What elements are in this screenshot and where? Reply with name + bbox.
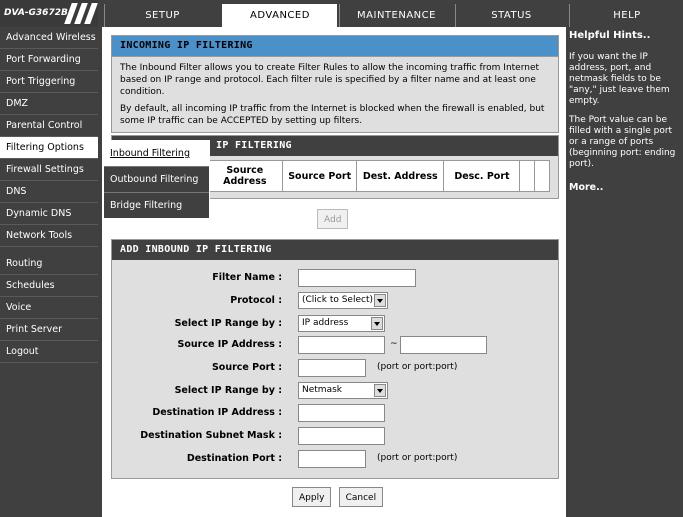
intro-title: INCOMING IP FILTERING xyxy=(112,36,558,57)
sidebar-item-filtering-options[interactable]: Filtering Options xyxy=(0,137,98,159)
sidebar-item-port-forwarding[interactable]: Port Forwarding xyxy=(0,49,98,71)
range1-label: Select IP Range by : xyxy=(174,318,282,329)
dest-port-input[interactable] xyxy=(298,450,366,468)
dest-mask-input[interactable] xyxy=(298,427,385,445)
sidebar-item-routing[interactable]: Routing xyxy=(0,253,98,275)
source-ip-label: Source IP Address : xyxy=(177,339,283,350)
submenu-item-outbound-filtering[interactable]: Outbound Filtering xyxy=(104,167,209,193)
protocol-select-value: (Click to Select) xyxy=(302,295,373,305)
filter-name-label: Filter Name : xyxy=(212,272,282,283)
protocol-row: Protocol : (Click to Select) xyxy=(112,292,558,310)
range2-row: Select IP Range by : Netmask xyxy=(112,382,558,400)
protocol-label: Protocol : xyxy=(230,295,282,306)
source-ip-end-input[interactable] xyxy=(400,336,487,354)
help-title: Helpful Hints.. xyxy=(569,30,651,41)
cancel-button[interactable]: Cancel xyxy=(338,487,384,507)
range1-row: Select IP Range by : IP address xyxy=(112,315,558,333)
source-port-hint: (port or port:port) xyxy=(377,362,458,372)
add-button[interactable]: Add xyxy=(317,209,349,229)
filter-name-row: Filter Name : xyxy=(112,269,558,287)
logo-text: DVA-G3672B xyxy=(4,8,68,18)
add-filter-title: ADD INBOUND IP FILTERING xyxy=(112,240,558,260)
sidebar-item-logout[interactable]: Logout xyxy=(0,341,98,363)
help-panel: Helpful Hints.. If you want the IP addre… xyxy=(567,27,683,517)
range2-select[interactable]: Netmask xyxy=(298,382,388,399)
dest-mask-row: Destination Subnet Mask : xyxy=(112,427,558,445)
sidebar: Advanced Wireless Port Forwarding Port T… xyxy=(0,27,98,517)
intro-paragraph-1: The Inbound Filter allows you to create … xyxy=(120,63,540,97)
source-port-input[interactable] xyxy=(298,359,366,377)
col-spacer xyxy=(534,160,550,192)
tab-status[interactable]: STATUS xyxy=(455,4,567,27)
top-nav: SETUP ADVANCED MAINTENANCE STATUS HELP xyxy=(98,0,683,27)
sidebar-item-firewall-settings[interactable]: Firewall Settings xyxy=(0,159,98,181)
range-tilde: ~ xyxy=(390,339,398,349)
col-dest-port: Desc. Port xyxy=(443,160,521,192)
apply-button[interactable]: Apply xyxy=(292,487,332,507)
source-port-label: Source Port : xyxy=(211,362,282,373)
main-content: INCOMING IP FILTERING The Inbound Filter… xyxy=(102,27,566,517)
submenu-item-bridge-filtering[interactable]: Bridge Filtering xyxy=(104,193,209,218)
dest-port-row: Destination Port : (port or port:port) xyxy=(112,450,558,468)
dest-ip-row: Destination IP Address : xyxy=(112,404,558,422)
sidebar-item-voice[interactable]: Voice xyxy=(0,297,98,319)
source-ip-row: Source IP Address : ~ xyxy=(112,336,558,354)
sidebar-item-print-server[interactable]: Print Server xyxy=(0,319,98,341)
sidebar-item-port-triggering[interactable]: Port Triggering xyxy=(0,71,98,93)
submenu-item-inbound-filtering[interactable]: Inbound Filtering xyxy=(104,141,209,167)
dest-ip-label: Destination IP Address : xyxy=(152,407,282,418)
col-dest-address: Dest. Address xyxy=(356,160,445,192)
brand-logo: DVA-G3672B xyxy=(0,0,98,28)
tab-advanced[interactable]: ADVANCED xyxy=(222,4,337,27)
sidebar-item-parental-control[interactable]: Parental Control xyxy=(0,115,98,137)
protocol-select[interactable]: (Click to Select) xyxy=(298,292,388,309)
dest-ip-input[interactable] xyxy=(298,404,385,422)
help-hint-1: If you want the IP address, port, and ne… xyxy=(569,52,670,106)
source-ip-start-input[interactable] xyxy=(298,336,385,354)
col-source-address: Source Address xyxy=(206,160,284,192)
range1-select-value: IP address xyxy=(302,318,349,328)
sidebar-item-dns[interactable]: DNS xyxy=(0,181,98,203)
range2-label: Select IP Range by : xyxy=(174,385,282,396)
add-filter-panel: ADD INBOUND IP FILTERING Filter Name : P… xyxy=(111,239,559,479)
tab-maintenance[interactable]: MAINTENANCE xyxy=(339,4,453,27)
chevron-down-icon xyxy=(371,317,383,330)
range1-select[interactable]: IP address xyxy=(298,315,385,332)
col-source-port: Source Port xyxy=(282,160,358,192)
range2-select-value: Netmask xyxy=(302,385,342,395)
sidebar-item-network-tools[interactable]: Network Tools xyxy=(0,225,98,247)
dest-mask-label: Destination Subnet Mask : xyxy=(140,430,282,441)
filter-name-input[interactable] xyxy=(298,269,416,287)
form-actions: Apply Cancel xyxy=(292,487,384,507)
dest-port-label: Destination Port : xyxy=(186,453,282,464)
intro-paragraph-2: By default, all incoming IP traffic from… xyxy=(120,104,545,126)
tab-setup[interactable]: SETUP xyxy=(104,4,220,27)
intro-panel: INCOMING IP FILTERING The Inbound Filter… xyxy=(111,35,559,133)
add-button-wrap: Add xyxy=(317,209,349,229)
chevron-down-icon xyxy=(374,384,386,397)
sidebar-item-dynamic-dns[interactable]: Dynamic DNS xyxy=(0,203,98,225)
col-spacer xyxy=(519,160,536,192)
sidebar-item-schedules[interactable]: Schedules xyxy=(0,275,98,297)
dest-port-hint: (port or port:port) xyxy=(377,453,458,463)
filtering-submenu: Inbound Filtering Outbound Filtering Bri… xyxy=(103,140,210,219)
source-port-row: Source Port : (port or port:port) xyxy=(112,359,558,377)
chevron-down-icon xyxy=(374,294,386,307)
help-hint-2: The Port value can be filled with a sing… xyxy=(569,115,676,169)
sidebar-item-advanced-wireless[interactable]: Advanced Wireless xyxy=(0,27,98,49)
tab-help[interactable]: HELP xyxy=(569,4,683,27)
help-more-link[interactable]: More.. xyxy=(567,182,683,193)
sidebar-item-dmz[interactable]: DMZ xyxy=(0,93,98,115)
